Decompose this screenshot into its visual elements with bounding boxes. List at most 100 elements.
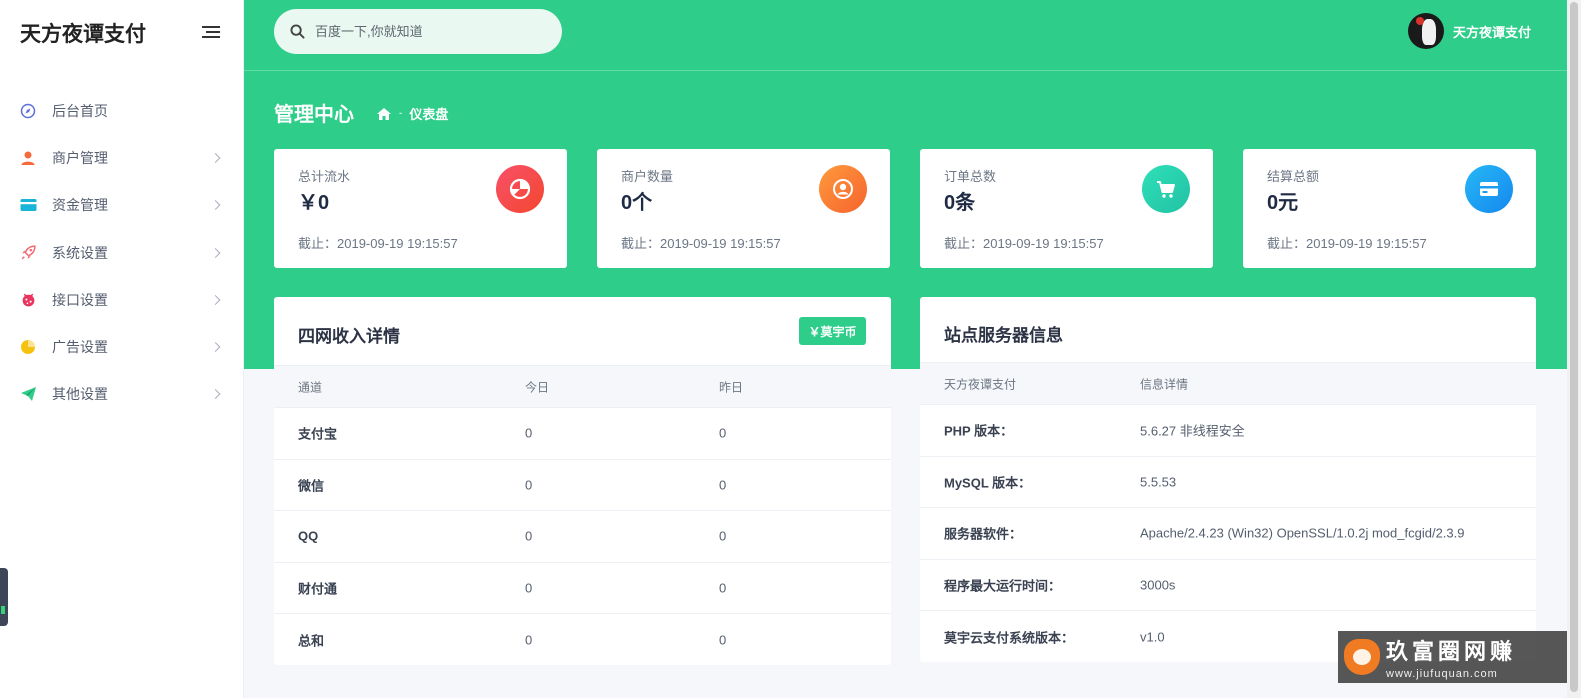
column-header-yesterday: 昨日 [719, 380, 744, 394]
send-icon [18, 384, 38, 404]
sidebar-item-label: 资金管理 [52, 197, 108, 214]
column-header-today: 今日 [525, 380, 550, 394]
yesterday-value: 0 [719, 632, 727, 648]
income-table-header: 通道 今日 昨日 [274, 365, 891, 408]
scrollbar[interactable] [1567, 0, 1581, 698]
stat-date: 截止：2019-09-19 19:15:57 [1267, 236, 1427, 251]
today-value: 0 [525, 477, 533, 493]
today-value: 0 [525, 528, 533, 544]
home-icon[interactable] [376, 107, 392, 121]
table-row: 微信 0 0 [274, 460, 891, 511]
income-panel: 四网收入详情 ￥莫宇币 通道 今日 昨日 支付宝 0 0 微信 0 0 QQ 0 0… [274, 297, 891, 665]
search-icon [290, 24, 305, 39]
channel-name: 总和 [298, 633, 325, 649]
server-title: 站点服务器信息 [944, 326, 1063, 345]
sidebar-item-3[interactable]: 资金管理 [0, 182, 243, 229]
table-row: 总和 0 0 [274, 614, 891, 666]
table-row: PHP 版本： 5.6.27 非线程安全 [920, 405, 1536, 457]
header-divider [244, 70, 1567, 71]
stat-label: 订单总数 [944, 169, 997, 184]
sidebar-item-label: 其他设置 [52, 386, 108, 403]
search-input[interactable] [315, 24, 535, 39]
pie-chart-icon [496, 165, 544, 213]
card-icon [18, 195, 38, 215]
breadcrumb-separator: - [399, 108, 403, 119]
today-value: 0 [525, 632, 533, 648]
yesterday-value: 0 [719, 477, 727, 493]
stat-date: 截止：2019-09-19 19:15:57 [298, 236, 458, 251]
stat-value: ￥0 [298, 192, 330, 214]
sidebar-item-6[interactable]: 广告设置 [0, 323, 243, 370]
sidebar-item-4[interactable]: 系统设置 [0, 229, 243, 276]
stat-date: 截止：2019-09-19 19:15:57 [621, 236, 781, 251]
table-row: 支付宝 0 0 [274, 408, 891, 460]
user-menu[interactable]: 天方夜谭支付 [1408, 13, 1531, 49]
server-info-key: MySQL 版本： [944, 475, 1032, 491]
chevron-right-icon [210, 342, 221, 353]
server-table-header: 天方夜谭支付 信息详情 [920, 362, 1536, 405]
sidebar-item-label: 商户管理 [52, 149, 108, 166]
sidebar-item-label: 系统设置 [52, 244, 108, 261]
yesterday-value: 0 [719, 528, 727, 544]
stat-label: 商户数量 [621, 169, 674, 184]
table-row: QQ 0 0 [274, 511, 891, 563]
breadcrumb: - 仪表盘 [376, 104, 448, 123]
yesterday-value: 0 [719, 580, 727, 596]
chevron-right-icon [210, 389, 221, 400]
sidebar-item-1[interactable]: 后台首页 [0, 87, 243, 134]
server-info-value: 5.5.53 [1140, 474, 1177, 490]
table-row: MySQL 版本： 5.5.53 [920, 457, 1536, 508]
income-title: 四网收入详情 [298, 327, 400, 346]
channel-name: 微信 [298, 478, 325, 494]
stat-date: 截止：2019-09-19 19:15:57 [944, 236, 1104, 251]
today-value: 0 [525, 425, 533, 441]
user-name[interactable]: 天方夜谭支付 [1453, 22, 1531, 41]
pie-chart-icon [18, 337, 38, 357]
cart-icon [1142, 165, 1190, 213]
sidebar-item-label: 后台首页 [52, 102, 108, 119]
stat-label: 总计流水 [298, 169, 351, 184]
sidebar-item-label: 广告设置 [52, 339, 108, 356]
chevron-right-icon [210, 294, 221, 305]
breadcrumb-current: 仪表盘 [409, 107, 449, 122]
server-panel: 站点服务器信息 天方夜谭支付 信息详情 PHP 版本： 5.6.27 非线程安全… [920, 297, 1536, 662]
brand-title: 天方夜谭支付 [20, 23, 146, 46]
bug-icon [18, 290, 38, 310]
table-row: 程序最大运行时间： 3000s [920, 560, 1536, 611]
sidebar-item-5[interactable]: 接口设置 [0, 276, 243, 323]
stat-card: 订单总数 0条 截止：2019-09-19 19:15:57 [920, 149, 1213, 268]
server-info-key: 程序最大运行时间： [944, 578, 1062, 594]
channel-name: 支付宝 [298, 426, 338, 442]
stat-card: 结算总额 0元 截止：2019-09-19 19:15:57 [1243, 149, 1536, 268]
server-info-key: 莫宇云支付系统版本： [944, 630, 1075, 646]
server-info-value: 3000s [1140, 577, 1176, 593]
side-drawer-tab[interactable] [0, 568, 8, 626]
currency-badge[interactable]: ￥莫宇币 [799, 317, 866, 345]
avatar[interactable] [1408, 13, 1444, 49]
watermark-url: www.jiufuquan.com [1386, 668, 1498, 680]
channel-name: 财付通 [298, 581, 338, 597]
table-row: 财付通 0 0 [274, 563, 891, 614]
sidebar-menu: 后台首页 商户管理 资金管理 系统设置 接口设置 广告设置 其他设置 [0, 87, 243, 418]
menu-toggle-icon[interactable] [200, 24, 220, 40]
search-box[interactable] [274, 9, 562, 54]
stat-value: 0条 [944, 192, 976, 214]
stat-label: 结算总额 [1267, 169, 1320, 184]
credit-card-icon [1465, 165, 1513, 213]
table-row: 服务器软件： Apache/2.4.23 (Win32) OpenSSL/1.0… [920, 508, 1536, 560]
channel-name: QQ [298, 528, 319, 544]
watermark-title: 玖富圈网赚 [1386, 639, 1517, 665]
today-value: 0 [525, 580, 533, 596]
sidebar: 天方夜谭支付 后台首页 商户管理 资金管理 系统设置 接口设置 广告设置 其他设… [0, 0, 244, 698]
server-info-value: Apache/2.4.23 (Win32) OpenSSL/1.0.2j mod… [1140, 525, 1465, 541]
scrollbar-thumb[interactable] [1570, 2, 1578, 692]
sidebar-item-2[interactable]: 商户管理 [0, 134, 243, 181]
server-info-key: 服务器软件： [944, 526, 1023, 542]
column-header-site: 天方夜谭支付 [944, 377, 1017, 391]
stat-card: 总计流水 ￥0 截止：2019-09-19 19:15:57 [274, 149, 567, 268]
watermark-banner: 玖富圈网赚 www.jiufuquan.com [1338, 631, 1567, 683]
stat-value: 0个 [621, 192, 653, 214]
sidebar-item-7[interactable]: 其他设置 [0, 371, 243, 418]
user-icon [18, 148, 38, 168]
fox-logo-icon [1344, 639, 1380, 675]
